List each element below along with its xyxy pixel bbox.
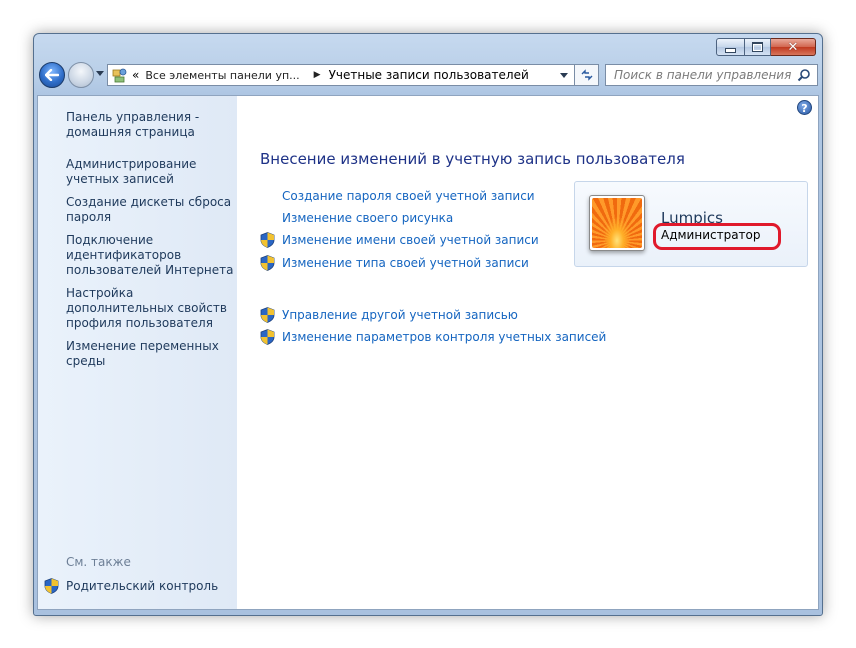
close-button[interactable]: ✕: [771, 38, 816, 56]
address-dropdown-icon[interactable]: [560, 73, 568, 78]
content-area: Панель управления - домашняя страница Ад…: [37, 95, 819, 610]
sidebar-item-environment-variables[interactable]: Изменение переменных среды: [66, 339, 234, 369]
sidebar-item-control-panel-home[interactable]: Панель управления - домашняя страница: [66, 110, 234, 140]
close-icon: ✕: [787, 39, 799, 55]
caption-buttons: ✕: [716, 38, 816, 56]
sidebar-item-manage-accounts[interactable]: Администрирование учетных записей: [66, 157, 234, 187]
forward-button[interactable]: [68, 62, 94, 88]
back-arrow-icon: [45, 69, 59, 81]
task-label[interactable]: Создание пароля своей учетной записи: [282, 189, 535, 203]
task-label[interactable]: Управление другой учетной записью: [282, 308, 518, 322]
task-change-picture[interactable]: Изменение своего рисунка: [260, 211, 453, 225]
see-also-heading: См. также: [66, 555, 131, 569]
task-change-account-type[interactable]: Изменение типа своей учетной записи: [260, 255, 529, 271]
search-field[interactable]: Поиск в панели управления: [605, 64, 818, 86]
task-manage-another-account[interactable]: Управление другой учетной записью: [260, 307, 518, 323]
minimize-button[interactable]: [716, 38, 745, 56]
control-panel-window: ✕ « Все элементы панели уп... ▶ Учетные …: [33, 33, 823, 616]
navigation-bar: « Все элементы панели уп... ▶ Учетные за…: [37, 62, 819, 89]
breadcrumb-prefix[interactable]: «: [132, 68, 139, 82]
sidebar-item-link-online-ids[interactable]: Подключение идентификаторов пользователе…: [66, 233, 234, 278]
page-title: Внесение изменений в учетную запись поль…: [260, 150, 685, 168]
uac-shield-icon: [260, 307, 275, 323]
breadcrumb-arrow-icon[interactable]: ▶: [314, 70, 321, 80]
user-account-card: Lumpics Администратор: [574, 181, 808, 267]
parental-controls-label[interactable]: Родительский контроль: [66, 579, 218, 593]
uac-shield-icon: [44, 578, 59, 594]
maximize-icon: [752, 42, 763, 52]
avatar: [589, 195, 645, 251]
help-icon[interactable]: ?: [797, 100, 812, 115]
task-label[interactable]: Изменение своего рисунка: [282, 211, 453, 225]
recent-pages-dropdown[interactable]: [96, 71, 104, 76]
task-label[interactable]: Изменение параметров контроля учетных за…: [282, 330, 606, 344]
sidebar-item-parental-controls[interactable]: Родительский контроль: [44, 578, 218, 594]
breadcrumb-item-user-accounts[interactable]: Учетные записи пользователей: [329, 68, 529, 82]
highlight-annotation: [653, 223, 781, 250]
task-create-password[interactable]: Создание пароля своей учетной записи: [260, 189, 535, 203]
task-uac-settings[interactable]: Изменение параметров контроля учетных за…: [260, 329, 606, 345]
task-change-account-name[interactable]: Изменение имени своей учетной записи: [260, 232, 539, 248]
uac-shield-icon: [260, 329, 275, 345]
refresh-icon: [581, 69, 592, 81]
refresh-button[interactable]: [575, 64, 599, 86]
control-panel-icon: [112, 67, 128, 83]
task-sidebar: Панель управления - домашняя страница Ад…: [38, 96, 237, 609]
uac-shield-icon: [260, 255, 275, 271]
address-bar[interactable]: « Все элементы панели уп... ▶ Учетные за…: [107, 64, 575, 86]
breadcrumb-item-all-items[interactable]: Все элементы панели уп...: [145, 69, 299, 82]
back-button[interactable]: [39, 62, 65, 88]
task-label[interactable]: Изменение имени своей учетной записи: [282, 233, 539, 247]
flower-picture-icon: [592, 198, 642, 248]
minimize-icon: [725, 47, 736, 53]
sidebar-item-password-reset-disk[interactable]: Создание дискеты сброса пароля: [66, 195, 234, 225]
search-icon[interactable]: [797, 68, 811, 82]
task-label[interactable]: Изменение типа своей учетной записи: [282, 256, 529, 270]
search-placeholder[interactable]: Поиск в панели управления: [614, 68, 791, 82]
maximize-button[interactable]: [745, 38, 771, 56]
uac-shield-icon: [260, 232, 275, 248]
sidebar-item-advanced-profile[interactable]: Настройка дополнительных свойств профиля…: [66, 286, 234, 331]
